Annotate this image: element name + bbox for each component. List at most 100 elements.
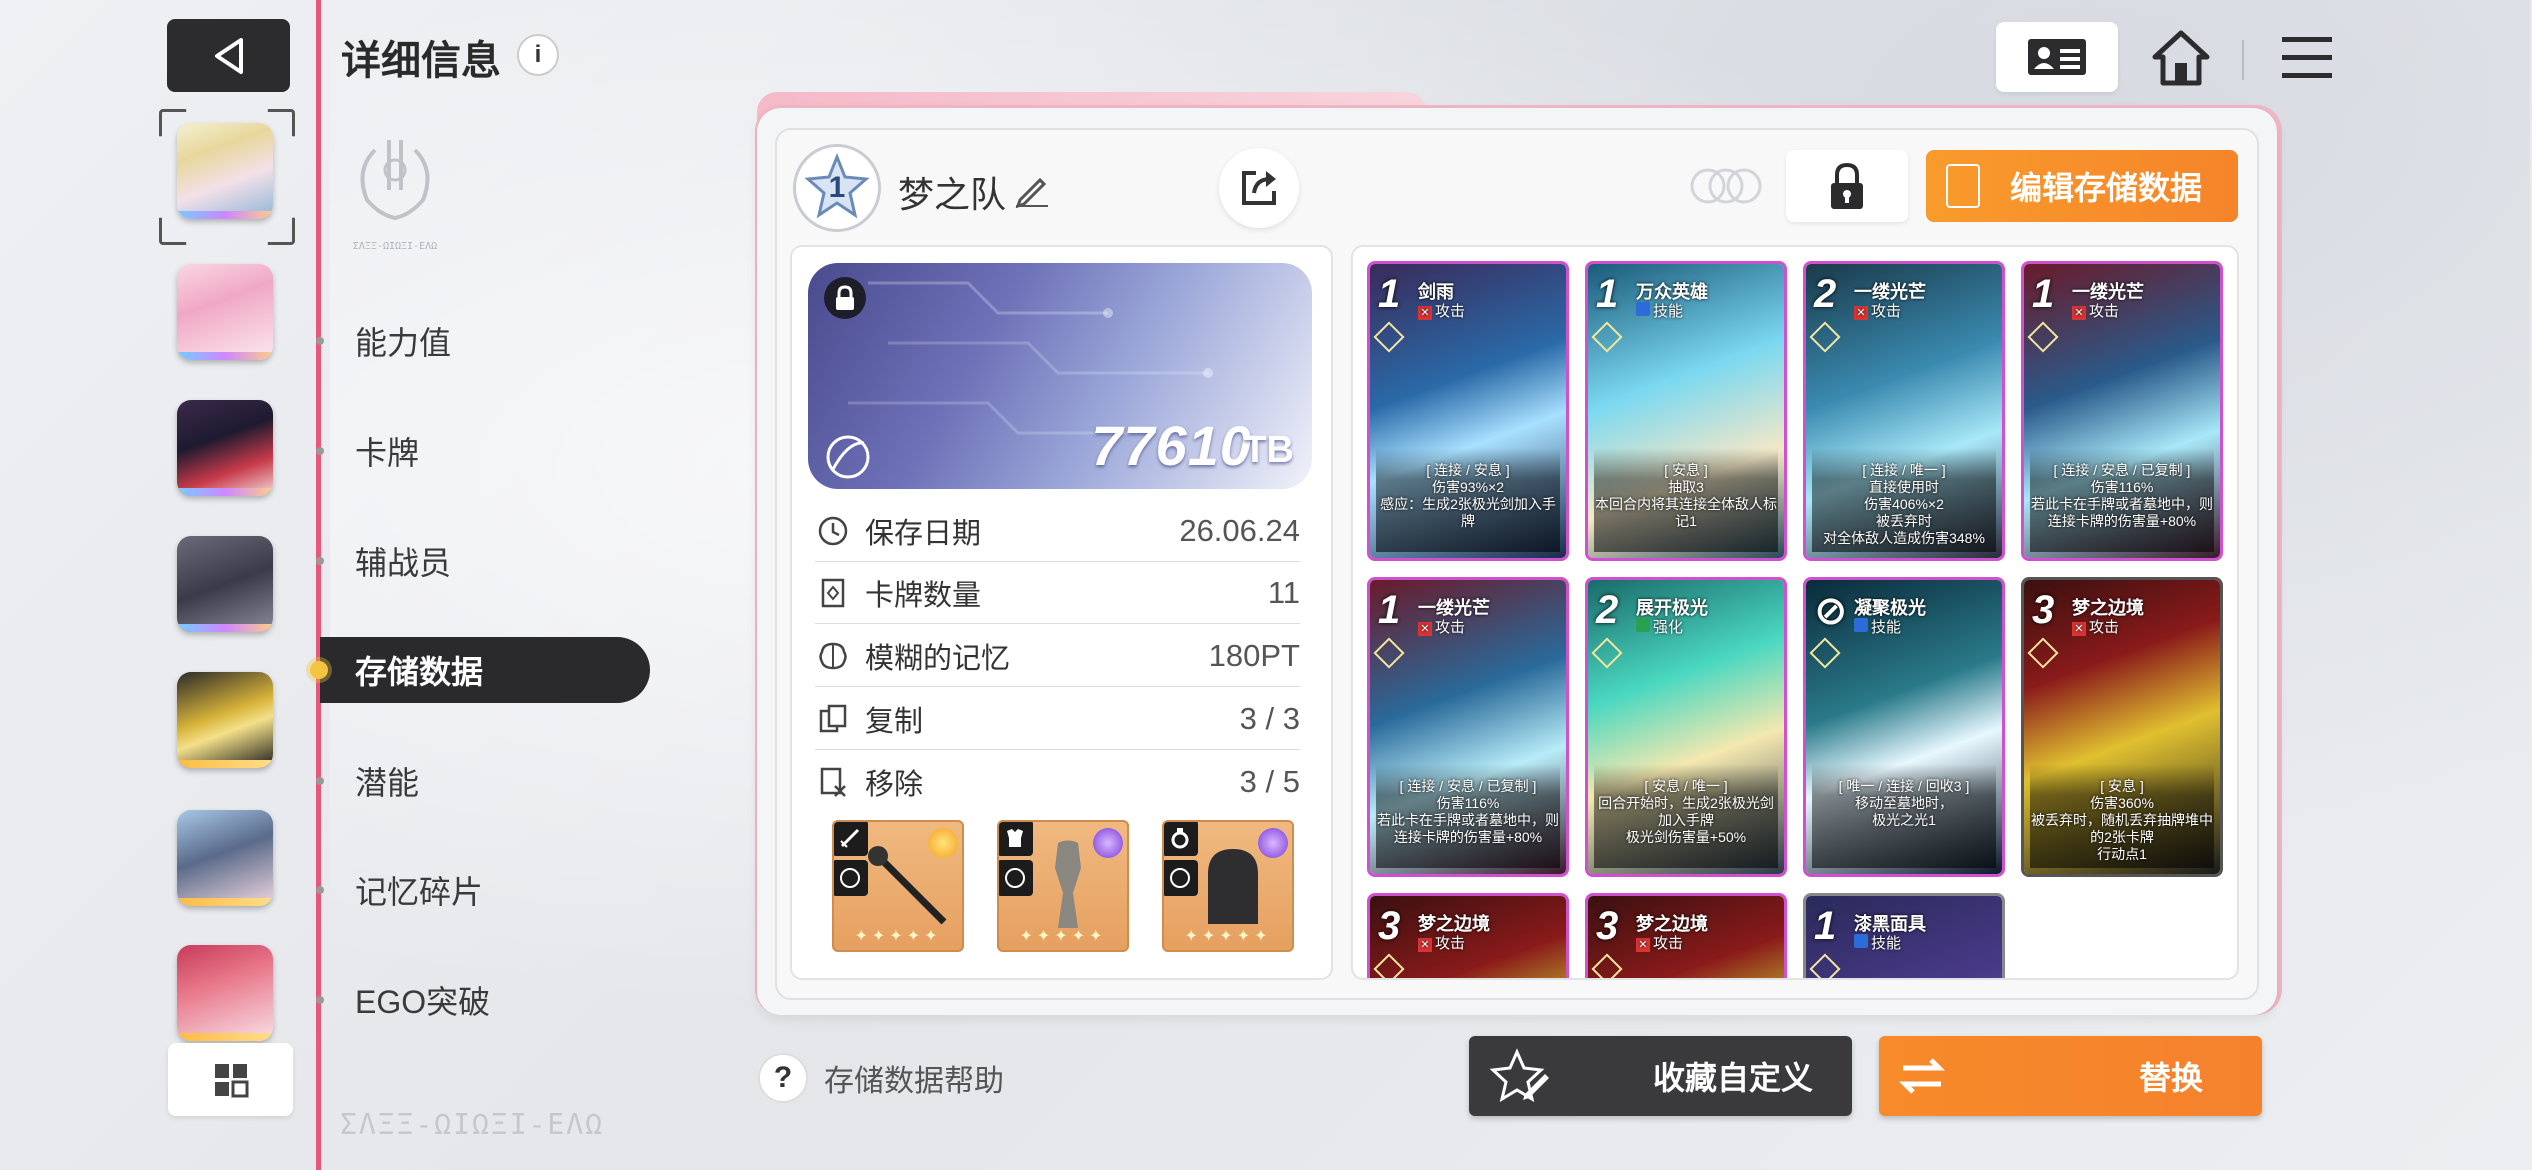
card-cost: ⊘ — [1814, 589, 1848, 633]
watermark-text: ΣΛΞΞ-ΩΙΩΞΙ-ΕΛΩ — [340, 1108, 605, 1141]
deck-card[interactable]: 1 万众英雄 技能[ 安息 ] 抽取3 本回合内将其连接全体敌人标记1 — [1585, 261, 1787, 561]
menu-item-ego-breakthrough[interactable]: EGO突破 — [316, 967, 650, 1033]
relic-stars: ✦✦✦✦✦ — [1184, 928, 1272, 945]
deck-card[interactable]: 1 一缕光芒 ✕ 攻击[ 连接 / 安息 / 已复制 ] 伤害116% 若此卡在手牌或… — [2021, 261, 2223, 561]
card-type: 技能 — [1854, 616, 1901, 637]
share-button[interactable] — [1219, 148, 1299, 228]
card-type-label: 技能 — [1871, 935, 1902, 952]
brain-icon — [815, 638, 851, 674]
statue-relic-icon — [1055, 840, 1081, 928]
stat-label: 复制 — [865, 705, 924, 738]
menu-dot — [316, 996, 324, 1004]
lock-button[interactable] — [1786, 150, 1908, 222]
swap-arrows-icon — [1899, 1058, 1945, 1094]
character-portrait-4[interactable] — [177, 536, 273, 632]
card-description: [ 安息 ] 伤害360% 被丢弃时，随机丢弃抽牌堆中的2张卡牌 行动点1 — [2030, 764, 2214, 868]
card-type-label: 攻击 — [1871, 303, 1902, 320]
grid-icon — [214, 1063, 248, 1097]
card-cost: 2 — [1596, 588, 1619, 632]
menu-item-supporters[interactable]: 辅战员 — [316, 528, 650, 594]
stat-label: 保存日期 — [865, 517, 982, 550]
deck-card[interactable]: ⊘ 凝聚极光 技能[ 唯一 / 连接 / 回收3 ] 移动至墓地时， 极光之光1 — [1803, 577, 2005, 877]
attack-type-icon: ✕ — [1636, 938, 1650, 952]
edit-save-data-button[interactable]: 编辑存储数据 — [1926, 150, 2238, 222]
attack-type-icon: ✕ — [1418, 622, 1432, 636]
remove-icon — [815, 764, 851, 800]
deck-card[interactable]: 1 漆黑面具 技能 — [1803, 893, 2005, 978]
card-cost: 3 — [1596, 904, 1619, 948]
card-cost: 1 — [1378, 272, 1401, 316]
card-type: ✕ 攻击 — [1418, 616, 1465, 637]
card-cost: 2 — [1814, 272, 1837, 316]
character-portrait-5[interactable] — [177, 672, 273, 768]
menu-item-potential[interactable]: 潜能 — [316, 748, 650, 814]
star-edit-icon — [1489, 1048, 1549, 1103]
menu-label: 辅战员 — [355, 545, 452, 581]
character-emblem: ΣΛΞΞ-ΩΙΩΞΙ-ΕΛΩ — [345, 130, 445, 252]
card-type: ✕ 攻击 — [1854, 300, 1901, 321]
deck-card[interactable]: 3 梦之边境 ✕ 攻击[ 安息 ] 伤害360% 被丢弃时，随机丢弃抽牌堆中的2张卡牌… — [2021, 577, 2223, 877]
menu-item-save-data[interactable]: 存储数据 — [310, 637, 650, 703]
card-description: [ 唯一 / 连接 / 回收3 ] 移动至墓地时， 极光之光1 — [1812, 764, 1996, 868]
tb-unit: TB — [1243, 429, 1294, 471]
deck-card[interactable]: 3 梦之边境 ✕ 攻击 — [1367, 893, 1569, 978]
staff-relic-icon — [868, 846, 947, 925]
relic-slot-2[interactable]: ✦✦✦✦✦ — [997, 820, 1129, 952]
aurora-symbol-icon — [834, 860, 868, 896]
skill-type-icon — [1636, 302, 1650, 316]
relic-slot-1[interactable]: ✦✦✦✦✦ — [832, 820, 964, 952]
locked-icon — [824, 277, 866, 319]
card-type-label: 技能 — [1871, 619, 1902, 636]
character-portrait-6[interactable] — [177, 810, 273, 906]
stat-value: 3 / 5 — [1239, 764, 1300, 799]
stat-copy: 复制 3 / 3 — [815, 688, 1300, 750]
edit-name-button[interactable] — [1014, 172, 1050, 209]
back-button[interactable] — [167, 19, 290, 92]
card-icon — [815, 575, 851, 611]
home-button[interactable] — [2148, 26, 2214, 90]
card-cost: 1 — [2032, 272, 2055, 316]
character-portrait-3[interactable] — [177, 400, 273, 496]
deck-card[interactable]: 1 一缕光芒 ✕ 攻击[ 连接 / 安息 / 已复制 ] 伤害116% 若此卡在手牌或… — [1367, 577, 1569, 877]
deck-card[interactable]: 2 一缕光芒 ✕ 攻击[ 连接 / 唯一 ] 直接使用时 伤害406%×2 被丢弃时 … — [1803, 261, 2005, 561]
card-type-label: 攻击 — [2089, 619, 2120, 636]
menu-label: 存储数据 — [355, 654, 484, 690]
info-icon[interactable]: i — [517, 34, 559, 76]
main-menu-button[interactable] — [2274, 28, 2340, 88]
relic-stars: ✦✦✦✦✦ — [854, 928, 942, 945]
stat-label: 模糊的记忆 — [865, 642, 1011, 675]
menu-label: EGO突破 — [355, 984, 491, 1020]
help-icon: ? — [758, 1053, 808, 1103]
card-type-label: 攻击 — [1653, 935, 1684, 952]
menu-item-cards[interactable]: 卡牌 — [316, 418, 650, 484]
stat-label: 卡牌数量 — [865, 579, 982, 612]
skill-type-icon — [1854, 934, 1868, 948]
rings-icon — [1690, 168, 1762, 204]
character-portrait-2[interactable] — [177, 264, 273, 360]
deck-card[interactable]: 3 梦之边境 ✕ 攻击 — [1585, 893, 1787, 978]
stat-remove: 移除 3 / 5 — [815, 751, 1300, 813]
replace-button[interactable]: 替换 — [1879, 1036, 2262, 1116]
tb-capacity-card: 77610 TB — [808, 263, 1312, 489]
attack-type-icon: ✕ — [1418, 938, 1432, 952]
grid-view-button[interactable] — [168, 1043, 293, 1116]
menu-dot — [316, 777, 324, 785]
sword-icon — [834, 822, 868, 856]
deck-card[interactable]: 1 剑雨 ✕ 攻击[ 连接 / 安息 ] 伤害93%×2 感应：生成2张极光剑加入手牌 — [1367, 261, 1569, 561]
character-portrait-7[interactable] — [177, 945, 273, 1041]
relic-slot-3[interactable]: ✦✦✦✦✦ — [1162, 820, 1294, 952]
attack-type-icon: ✕ — [1418, 306, 1432, 320]
menu-item-stats[interactable]: 能力值 — [316, 308, 650, 374]
help-link[interactable]: ? 存储数据帮助 — [758, 1053, 1004, 1103]
stat-label: 移除 — [865, 769, 924, 801]
character-portrait-1[interactable] — [177, 123, 273, 219]
menu-active-dot — [310, 661, 328, 679]
back-arrow-icon — [214, 37, 243, 74]
collect-custom-button[interactable]: 收藏自定义 — [1469, 1036, 1852, 1116]
card-type: 技能 — [1854, 932, 1901, 953]
profile-card-button[interactable] — [1996, 22, 2118, 92]
menu-item-memory-fragments[interactable]: 记忆碎片 — [316, 857, 650, 923]
collect-custom-label: 收藏自定义 — [1653, 1060, 1814, 1096]
deck-card[interactable]: 2 展开极光 强化[ 安息 / 唯一 ] 回合开始时，生成2张极光剑加入手牌 极光剑… — [1585, 577, 1787, 877]
card-description: [ 连接 / 唯一 ] 直接使用时 伤害406%×2 被丢弃时 对全体敌人造成伤… — [1812, 448, 1996, 552]
